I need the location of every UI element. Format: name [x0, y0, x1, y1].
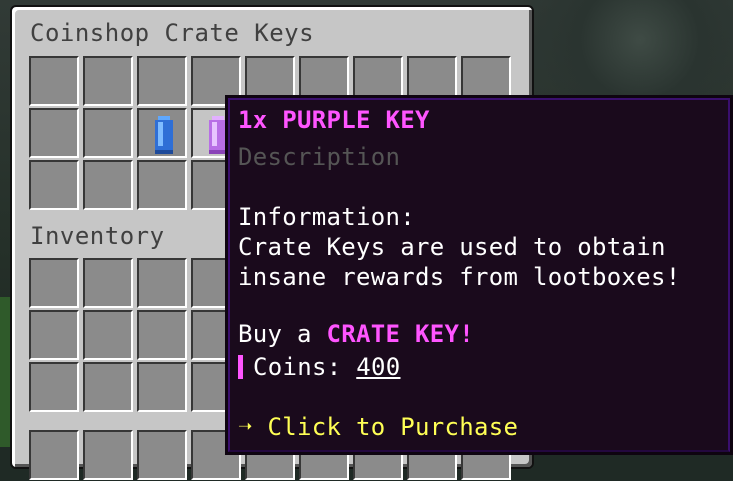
gui-title: Coinshop Crate Keys: [30, 19, 315, 47]
tooltip-title: 1x PURPLE KEY: [238, 106, 430, 134]
shop-slot[interactable]: [83, 108, 133, 158]
hotbar-slot[interactable]: [29, 430, 79, 480]
tooltip-description: Description: [238, 143, 401, 171]
shop-slot[interactable]: [83, 56, 133, 106]
inventory-slot[interactable]: [29, 258, 79, 308]
hotbar-slot[interactable]: [137, 430, 187, 480]
shop-slot-blue-key[interactable]: [137, 108, 187, 158]
item-tooltip: 1x PURPLE KEY Description Information: C…: [225, 95, 733, 455]
coin-bar-icon: [238, 355, 243, 379]
hotbar-slot[interactable]: [83, 430, 133, 480]
inventory-slot[interactable]: [83, 310, 133, 360]
shop-slot[interactable]: [137, 56, 187, 106]
blue-key-icon: [155, 116, 173, 154]
coins-amount: 400: [356, 353, 401, 381]
inventory-slot[interactable]: [29, 362, 79, 412]
tooltip-info-heading: Information:: [238, 203, 415, 231]
buy-prefix: Buy a: [238, 320, 327, 348]
buy-item: CRATE KEY!: [326, 320, 474, 348]
inventory-slot[interactable]: [29, 310, 79, 360]
coins-label: Coins:: [253, 353, 357, 381]
tooltip-info-line: Crate Keys are used to obtain: [238, 233, 666, 261]
tooltip-click-to-purchase: ➝ Click to Purchase: [238, 413, 519, 441]
inventory-slot[interactable]: [83, 258, 133, 308]
inventory-title: Inventory: [30, 222, 165, 250]
shop-slot[interactable]: [29, 160, 79, 210]
shop-slot[interactable]: [29, 108, 79, 158]
inventory-slot[interactable]: [137, 362, 187, 412]
shop-slot[interactable]: [137, 160, 187, 210]
shop-slot[interactable]: [29, 56, 79, 106]
shop-slot[interactable]: [83, 160, 133, 210]
inventory-slot[interactable]: [137, 258, 187, 308]
inventory-slot[interactable]: [83, 362, 133, 412]
tooltip-info-line: insane rewards from lootboxes!: [238, 263, 681, 291]
inventory-slot[interactable]: [137, 310, 187, 360]
tooltip-coins-line: Coins: 400: [238, 353, 401, 381]
tooltip-buy-line: Buy a CRATE KEY!: [238, 320, 474, 348]
